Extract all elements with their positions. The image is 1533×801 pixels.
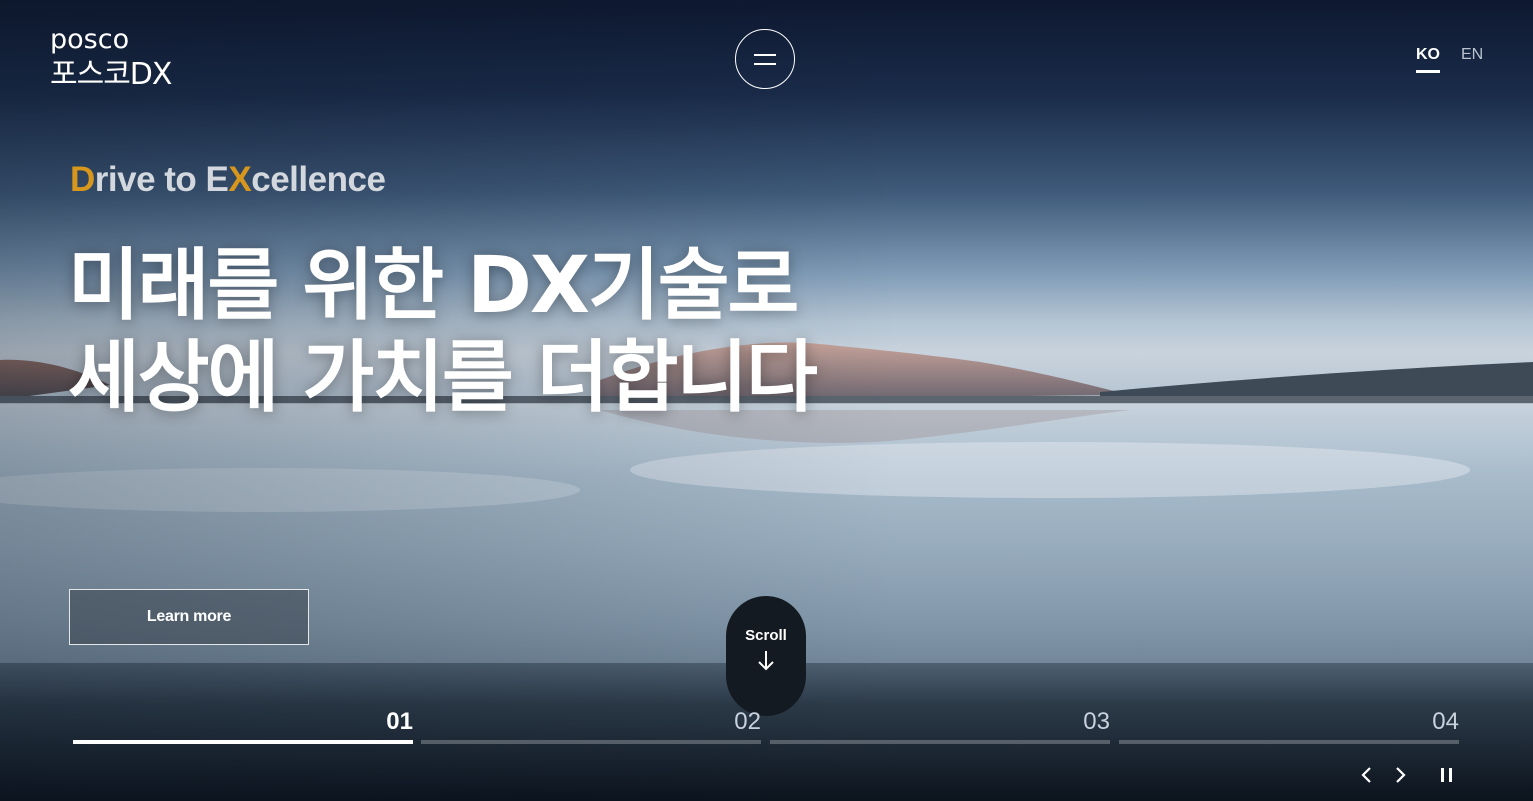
pause-icon[interactable] bbox=[1435, 763, 1459, 787]
hero-headline: 미래를 위한 DX기술로 세상에 가치를 더합니다 bbox=[68, 240, 818, 424]
slide-progress-track bbox=[1119, 740, 1459, 744]
slide-number: 03 bbox=[1083, 708, 1110, 735]
tagline-part: D bbox=[70, 160, 95, 199]
slide-progress-track bbox=[421, 740, 761, 744]
slide-number: 04 bbox=[1432, 708, 1459, 735]
tagline-part: cellence bbox=[251, 160, 386, 199]
hero-section: posco 포스코DX KO EN Drive to EXcellence 미래… bbox=[0, 0, 1533, 801]
scroll-label: Scroll bbox=[745, 627, 787, 644]
slide-progress-track bbox=[770, 740, 1110, 744]
headline-line-1: 미래를 위한 DX기술로 bbox=[68, 241, 799, 331]
menu-button[interactable] bbox=[735, 29, 795, 89]
slide-tab-02[interactable]: 02 bbox=[421, 708, 761, 746]
site-logo[interactable]: posco 포스코DX bbox=[50, 24, 172, 92]
slide-number: 01 bbox=[386, 708, 413, 735]
slide-tab-03[interactable]: 03 bbox=[770, 708, 1110, 746]
chevron-left-icon[interactable] bbox=[1355, 763, 1379, 787]
headline-line-2: 세상에 가치를 더합니다 bbox=[68, 333, 818, 423]
language-en[interactable]: EN bbox=[1461, 46, 1483, 64]
language-ko[interactable]: KO bbox=[1416, 46, 1440, 73]
slide-number: 02 bbox=[734, 708, 761, 735]
tagline-part: X bbox=[228, 160, 252, 199]
slide-tab-04[interactable]: 04 bbox=[1119, 708, 1459, 746]
slide-progress-fill bbox=[73, 740, 413, 744]
site-name: 포스코DX bbox=[50, 57, 172, 92]
slide-tab-01[interactable]: 01 bbox=[73, 708, 413, 746]
chevron-right-icon[interactable] bbox=[1388, 763, 1412, 787]
scroll-button[interactable]: Scroll bbox=[726, 596, 806, 716]
hero-tagline: Drive to EXcellence bbox=[70, 160, 386, 200]
slide-progress-track bbox=[73, 740, 413, 744]
learn-more-button[interactable]: Learn more bbox=[69, 589, 309, 645]
arrow-down-icon bbox=[758, 651, 774, 671]
tagline-part: rive to E bbox=[94, 160, 229, 199]
posco-logo-text: posco bbox=[50, 24, 130, 55]
